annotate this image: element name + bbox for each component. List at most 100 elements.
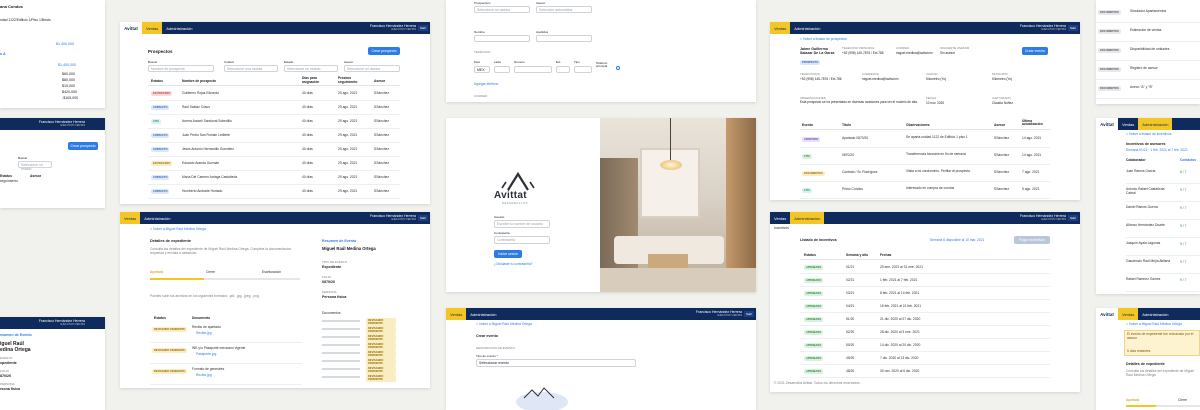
next-followup: 29 ago. 2021: [338, 189, 358, 193]
state-select[interactable]: Seleccione un estado: [284, 65, 338, 72]
collaborator-row[interactable]: Alfonso Hernández Duarte 9 / 7: [1126, 220, 1200, 238]
phone-type-select[interactable]: [574, 66, 592, 73]
tab-ventas[interactable]: Ventas: [446, 308, 467, 320]
document-list-item: DOCUMENTOS Estimación de ventas: [1096, 23, 1200, 42]
collaborator-row[interactable]: Antonio Rafael Castañeda Cabral 9 / 7: [1126, 184, 1200, 202]
event-row[interactable]: CITA 0870/20 Transferencia bancaria en fin…: [800, 148, 1050, 165]
prospect-name[interactable]: Humberto Andrade Hurtado: [182, 189, 222, 193]
incentive-row[interactable]: APROBADO 48/20 30 nov. 2020 al 6 dic. 2020: [800, 365, 1050, 378]
week-value: 04/21: [846, 304, 855, 308]
document-file-link[interactable]: Pasaporte.jpg: [196, 352, 216, 356]
logout-button[interactable]: Salir: [1068, 25, 1078, 31]
document-file-link[interactable]: Recibo.jpg: [196, 331, 212, 335]
tab-admin[interactable]: Administración: [1138, 308, 1172, 320]
table-row[interactable]: CONTACTO Juan Pedro San Román Ledierte 40 …: [148, 129, 400, 143]
tab-ventas[interactable]: Ventas: [120, 212, 141, 224]
prospect-name[interactable]: Guillermo Rojas Elizondo: [182, 91, 219, 95]
incentive-row[interactable]: APROBADO 02/21 1 feb. 2021 al 7 feb. 2021: [800, 274, 1050, 287]
state-select[interactable]: Seleccione un estado: [18, 161, 52, 171]
table-row[interactable]: EN PROCESO Eduardo Aranda Guzmán 40 días 29…: [148, 157, 400, 171]
logout-button[interactable]: Salir: [1068, 215, 1078, 221]
th-days: Días para asignación: [302, 76, 320, 84]
table-row[interactable]: CONTACTO María Del Carmen Arriaga Castañe…: [148, 171, 400, 185]
collaborator-row[interactable]: Juan Ramos García 8 / 7: [1126, 166, 1200, 184]
tab-admin[interactable]: Administración: [1138, 118, 1173, 130]
collaborator-row[interactable]: Daniel Ramos Guerra 9 / 7: [1126, 202, 1200, 220]
incentive-row[interactable]: APROBADO 52/20 28 dic. 2020 al 3 ene. 2021: [800, 326, 1050, 339]
collaborator-row[interactable]: Rafael Ramírez Gómez 9 / 7: [1126, 274, 1200, 292]
tab-admin[interactable]: Administración: [790, 212, 825, 224]
prospect-name[interactable]: Norma Araceli Sandoval Sobedillo: [182, 119, 232, 123]
table-row[interactable]: CONTACTO Jesús Antonio Hermosillo Gonzále…: [148, 143, 400, 157]
password-input[interactable]: Contraseña: [494, 236, 550, 244]
create-event-button[interactable]: Crear evento: [1022, 47, 1048, 55]
incentive-row[interactable]: APROBADO 03/21 8 feb. 2021 al 14 feb. 2021: [800, 287, 1050, 300]
collaborator-row[interactable]: Joaquín Ayala Lagunas 9 / 7: [1126, 238, 1200, 256]
back-link[interactable]: < Volver a Miguel Raúl Medina Ortega: [1126, 322, 1182, 326]
event-row[interactable]: APARTADO Apartado 0870/20 Se aparta unidad…: [800, 131, 1050, 148]
add-phone-link[interactable]: Agregar teléfono: [474, 82, 498, 86]
first-name-input[interactable]: [474, 35, 530, 42]
table-row[interactable]: CONTACTO Humberto Andrade Hurtado 40 días 2…: [148, 185, 400, 199]
incentive-row[interactable]: APROBADO 51/20 21 dic. 2020 al 27 dic. 202…: [800, 313, 1050, 326]
incentive-row[interactable]: APROBADO 50/20 14 dic. 2020 al 20 dic. 202…: [800, 339, 1050, 352]
tab-ventas[interactable]: Ventas: [1118, 308, 1139, 320]
login-button[interactable]: Iniciar sesión: [494, 250, 522, 258]
next-advisor-value[interactable]: Sin asesor: [940, 51, 955, 55]
search-input[interactable]: Nombre de prospecto: [148, 65, 214, 72]
back-link[interactable]: < Volver a Miguel Raúl Medina Ortega: [476, 322, 532, 326]
tab-ventas[interactable]: Ventas: [770, 212, 790, 224]
back-link[interactable]: < Volver a listado de incentivos: [1126, 132, 1171, 136]
incentive-row[interactable]: APROBADO 04/21 15 feb. 2021 al 21 feb. 202…: [800, 300, 1050, 313]
event-row[interactable]: CITA Primo Condos Interesado en compra de …: [800, 182, 1050, 199]
prospect-name[interactable]: Juan Pedro San Román Ledierte: [182, 133, 230, 137]
next-followup: 29 ago. 2021: [338, 91, 358, 95]
create-prospect-button[interactable]: Crear prospecto: [368, 47, 400, 55]
logout-button[interactable]: Salir: [418, 25, 428, 31]
brand-logo[interactable]: Avittat: [1096, 118, 1118, 130]
prospect-name[interactable]: Jesús Antonio Hermosillo González: [182, 147, 234, 151]
summary-name: Miguel Raúl Medina Ortega: [322, 246, 376, 251]
tab-ventas[interactable]: Ventas: [770, 22, 791, 34]
back-link[interactable]: < Volver a Miguel Raúl Medina Ortega: [150, 227, 206, 231]
table-row[interactable]: CITA Norma Araceli Sandoval Sobedillo 40 d…: [148, 115, 400, 129]
pay-incentives-button[interactable]: Pagar incentivos: [1014, 236, 1050, 244]
contacts-value: 9 / 7: [1180, 188, 1187, 192]
username-input[interactable]: Escribe tu nombre de usuario: [494, 220, 550, 228]
logout-button[interactable]: Salir: [418, 215, 428, 221]
logout-button[interactable]: Salir: [744, 311, 754, 317]
tab-admin[interactable]: Administración: [466, 308, 500, 320]
country-select[interactable]: MEX: [474, 66, 490, 73]
last-name-input[interactable]: [536, 35, 592, 42]
tab-admin[interactable]: Administración: [790, 22, 824, 34]
forgot-password-link[interactable]: ¿Olvidaste tu contraseña?: [494, 262, 532, 266]
brand-logo[interactable]: Avittat: [120, 22, 142, 34]
document-file-link[interactable]: Recibo.jpg: [196, 373, 212, 377]
table-row[interactable]: CONTACTO Raúl Saldaz Cósco 40 días 29 ago. …: [148, 101, 400, 115]
prospection-select[interactable]: Seleccione un asesor: [474, 6, 530, 13]
tab-admin[interactable]: Administración: [162, 22, 196, 34]
incentive-row[interactable]: APROBADO 49/20 7 dic. 2020 al 13 dic. 2020: [800, 352, 1050, 365]
city-select[interactable]: Seleccione una ciudad: [224, 65, 278, 72]
main-phone-radio[interactable]: [616, 66, 620, 70]
number-input[interactable]: [514, 66, 552, 73]
event-type-select[interactable]: Seleccionar evento: [476, 359, 636, 367]
advisor-select[interactable]: Seleccione un asesor: [344, 65, 400, 72]
event-row[interactable]: DOCUMENTOS Contrato / Sr. Rodríguez Visita…: [800, 165, 1050, 182]
lada-input[interactable]: [494, 66, 510, 73]
advisor-select[interactable]: Selección automática: [536, 6, 592, 13]
tab-admin[interactable]: Administración: [140, 212, 174, 224]
summary-doc-line: [322, 328, 360, 330]
incentive-row[interactable]: APROBADO 01/21 29 ene. 2021 al 31 ene. 202…: [800, 261, 1050, 274]
brand-logo[interactable]: Avittat: [1096, 308, 1118, 320]
ext-input[interactable]: [556, 66, 570, 73]
tab-ventas[interactable]: Ventas: [142, 22, 163, 34]
prospect-name[interactable]: Raúl Saldaz Cósco: [182, 105, 210, 109]
create-prospect-button[interactable]: Crear prospecto: [68, 142, 98, 150]
prospect-name[interactable]: María Del Carmen Arriaga Castañeda: [182, 175, 237, 179]
back-link[interactable]: < Volver a listado de prospectos: [800, 37, 847, 41]
table-row[interactable]: EN PROCESO Guillermo Rojas Elizondo 40 día…: [148, 87, 400, 101]
tab-ventas[interactable]: Ventas: [1118, 118, 1138, 130]
collaborator-row[interactable]: Gaudencio Raúl Mejía Atiliana 9 / 7: [1126, 256, 1200, 274]
prospect-name[interactable]: Eduardo Aranda Guzmán: [182, 161, 219, 165]
